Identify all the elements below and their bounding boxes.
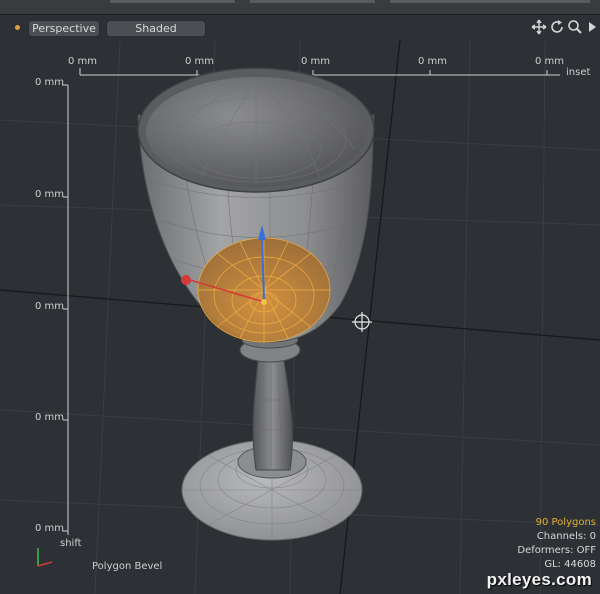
move-view-icon[interactable] [530, 18, 548, 36]
scene-canvas[interactable] [0, 0, 600, 594]
viewport[interactable]: Perspective Shaded 0 mm 0 mm 0 mm 0 mm 0… [0, 0, 600, 594]
shading-mode-dropdown[interactable]: Shaded [106, 20, 206, 37]
left-ruler-suffix: shift [60, 538, 82, 549]
active-tool-label: Polygon Bevel [92, 561, 163, 572]
polygon-count: 90 Polygons [535, 517, 596, 528]
orientation-axes-icon [37, 548, 53, 567]
top-ruler-tick-label: 0 mm [535, 56, 565, 67]
top-ruler-tick-label: 0 mm [185, 56, 215, 67]
rotate-view-icon[interactable] [548, 18, 566, 36]
left-ruler-tick-label: 0 mm [35, 412, 65, 423]
left-ruler-tick-label: 0 mm [35, 189, 65, 200]
zoom-view-icon[interactable] [566, 18, 584, 36]
deformers-stat: Deformers: OFF [517, 545, 596, 556]
watermark: pxleyes.com [486, 570, 592, 589]
view-mode-dropdown[interactable]: Perspective [28, 20, 100, 37]
gl-stat: GL: 44608 [544, 559, 596, 570]
channels-stat: Channels: 0 [536, 531, 596, 542]
top-ruler-tick-label: 0 mm [418, 56, 448, 67]
left-ruler-tick-label: 0 mm [35, 301, 65, 312]
top-ruler [79, 68, 560, 76]
top-ruler-tick-label: 0 mm [68, 56, 98, 67]
expand-arrow-icon[interactable] [584, 18, 600, 36]
left-ruler-tick-label: 0 mm [35, 523, 65, 534]
viewport-header: Perspective Shaded [0, 14, 600, 40]
top-ruler-suffix: inset [566, 67, 591, 78]
top-ruler-tick-label: 0 mm [301, 56, 331, 67]
left-ruler-tick-label: 0 mm [35, 77, 65, 88]
viewport-menu-dot[interactable] [15, 25, 20, 30]
